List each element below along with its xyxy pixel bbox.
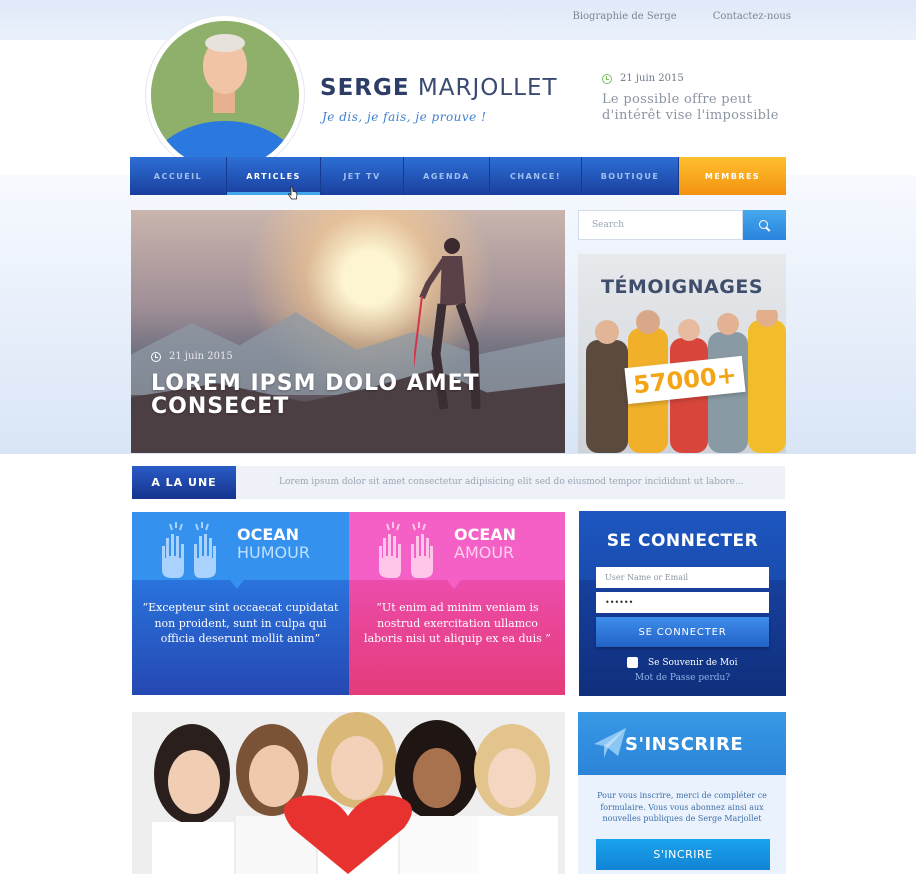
- signup-title: S'INSCRIRE: [625, 734, 744, 755]
- plane-icon: [594, 728, 626, 758]
- main-nav: ACCUEIL ARTICLES JET TV AGENDA CHANCE! B…: [130, 157, 786, 195]
- hero-date-text: 21 juin 2015: [169, 351, 233, 362]
- nav-item-agenda[interactable]: AGENDA: [404, 157, 490, 195]
- search-button[interactable]: [743, 210, 786, 240]
- nav-item-boutique[interactable]: BOUTIQUE: [582, 157, 679, 195]
- signup-button[interactable]: S'INCRIRE: [596, 839, 770, 870]
- search-input[interactable]: Search: [578, 210, 743, 240]
- remember-label: Se Souvenir de Moi: [648, 657, 738, 668]
- username-field[interactable]: [596, 567, 769, 588]
- nav-item-membres[interactable]: MEMBRES: [679, 157, 786, 195]
- card-subtitle: HUMOUR: [237, 543, 310, 562]
- testimonials-banner[interactable]: TÉMOIGNAGES 57000+: [578, 254, 786, 453]
- biography-link[interactable]: Biographie de Serge: [572, 11, 676, 22]
- ocean-amour-card[interactable]: OCEAN AMOUR “Ut enim ad minim veniam is …: [349, 512, 565, 695]
- card-notch: [447, 580, 461, 589]
- nav-item-chance[interactable]: CHANCE!: [490, 157, 582, 195]
- remember-me[interactable]: Se Souvenir de Moi: [627, 657, 737, 668]
- top-links: Biographie de Serge Contactez-nous: [572, 11, 791, 22]
- hands-icon: [162, 522, 216, 578]
- clock-icon: [602, 73, 612, 84]
- women-photo[interactable]: [132, 712, 565, 874]
- card-title: OCEAN: [454, 525, 517, 544]
- card-quote: “Ut enim ad minim veniam is nostrud exer…: [364, 601, 551, 645]
- hands-icon: [379, 522, 433, 578]
- card-title: OCEAN: [237, 525, 300, 544]
- tagline: Je dis, je fais, je prouve !: [322, 110, 487, 124]
- ocean-humour-card[interactable]: OCEAN HUMOUR “Excepteur sint occaecat cu…: [132, 512, 349, 695]
- nav-item-accueil[interactable]: ACCUEIL: [130, 157, 227, 195]
- site-name: SERGE MARJOLLET: [320, 75, 558, 101]
- hero-title[interactable]: LOREM IPSM DOLO AMET CONSECET: [151, 372, 511, 418]
- cursor-icon: [288, 186, 298, 200]
- a-la-une-label: A LA UNE: [132, 466, 236, 499]
- hero-date: 21 juin 2015: [151, 351, 233, 362]
- nav-item-jet-tv[interactable]: JET TV: [321, 157, 404, 195]
- card-subtitle: AMOUR: [454, 543, 515, 562]
- login-title: SE CONNECTER: [606, 531, 759, 551]
- nav-item-articles[interactable]: ARTICLES: [227, 157, 321, 195]
- women-illustration: [132, 712, 565, 874]
- remember-checkbox[interactable]: [627, 657, 638, 668]
- contact-link[interactable]: Contactez-nous: [713, 11, 791, 22]
- search-icon: [759, 219, 770, 231]
- avatar: [151, 21, 299, 169]
- card-quote: “Excepteur sint occaecat cupidatat non p…: [142, 601, 339, 645]
- login-button[interactable]: SE CONNECTER: [596, 617, 769, 647]
- signup-text: Pour vous inscrire, merci de compléter c…: [597, 791, 767, 823]
- card-notch: [230, 580, 244, 589]
- header-news-text[interactable]: Le possible offre peut d'intérêt vise l'…: [602, 92, 792, 124]
- hero-banner[interactable]: 21 juin 2015 LOREM IPSM DOLO AMET CONSEC…: [131, 210, 565, 453]
- password-field[interactable]: [596, 592, 769, 613]
- forgot-password-link[interactable]: Mot de Passe perdu?: [579, 673, 786, 683]
- clock-icon: [151, 351, 161, 362]
- testimonials-title: TÉMOIGNAGES: [600, 276, 764, 298]
- signup-panel: S'INSCRIRE Pour vous inscrire, merci de …: [578, 712, 786, 874]
- login-panel: SE CONNECTER SE CONNECTER Se Souvenir de…: [579, 511, 786, 696]
- header-news-date-text: 21 juin 2015: [620, 73, 684, 84]
- header-news-date: 21 juin 2015: [602, 73, 684, 84]
- a-la-une-ticker[interactable]: Lorem ipsum dolor sit amet consectetur a…: [236, 466, 785, 499]
